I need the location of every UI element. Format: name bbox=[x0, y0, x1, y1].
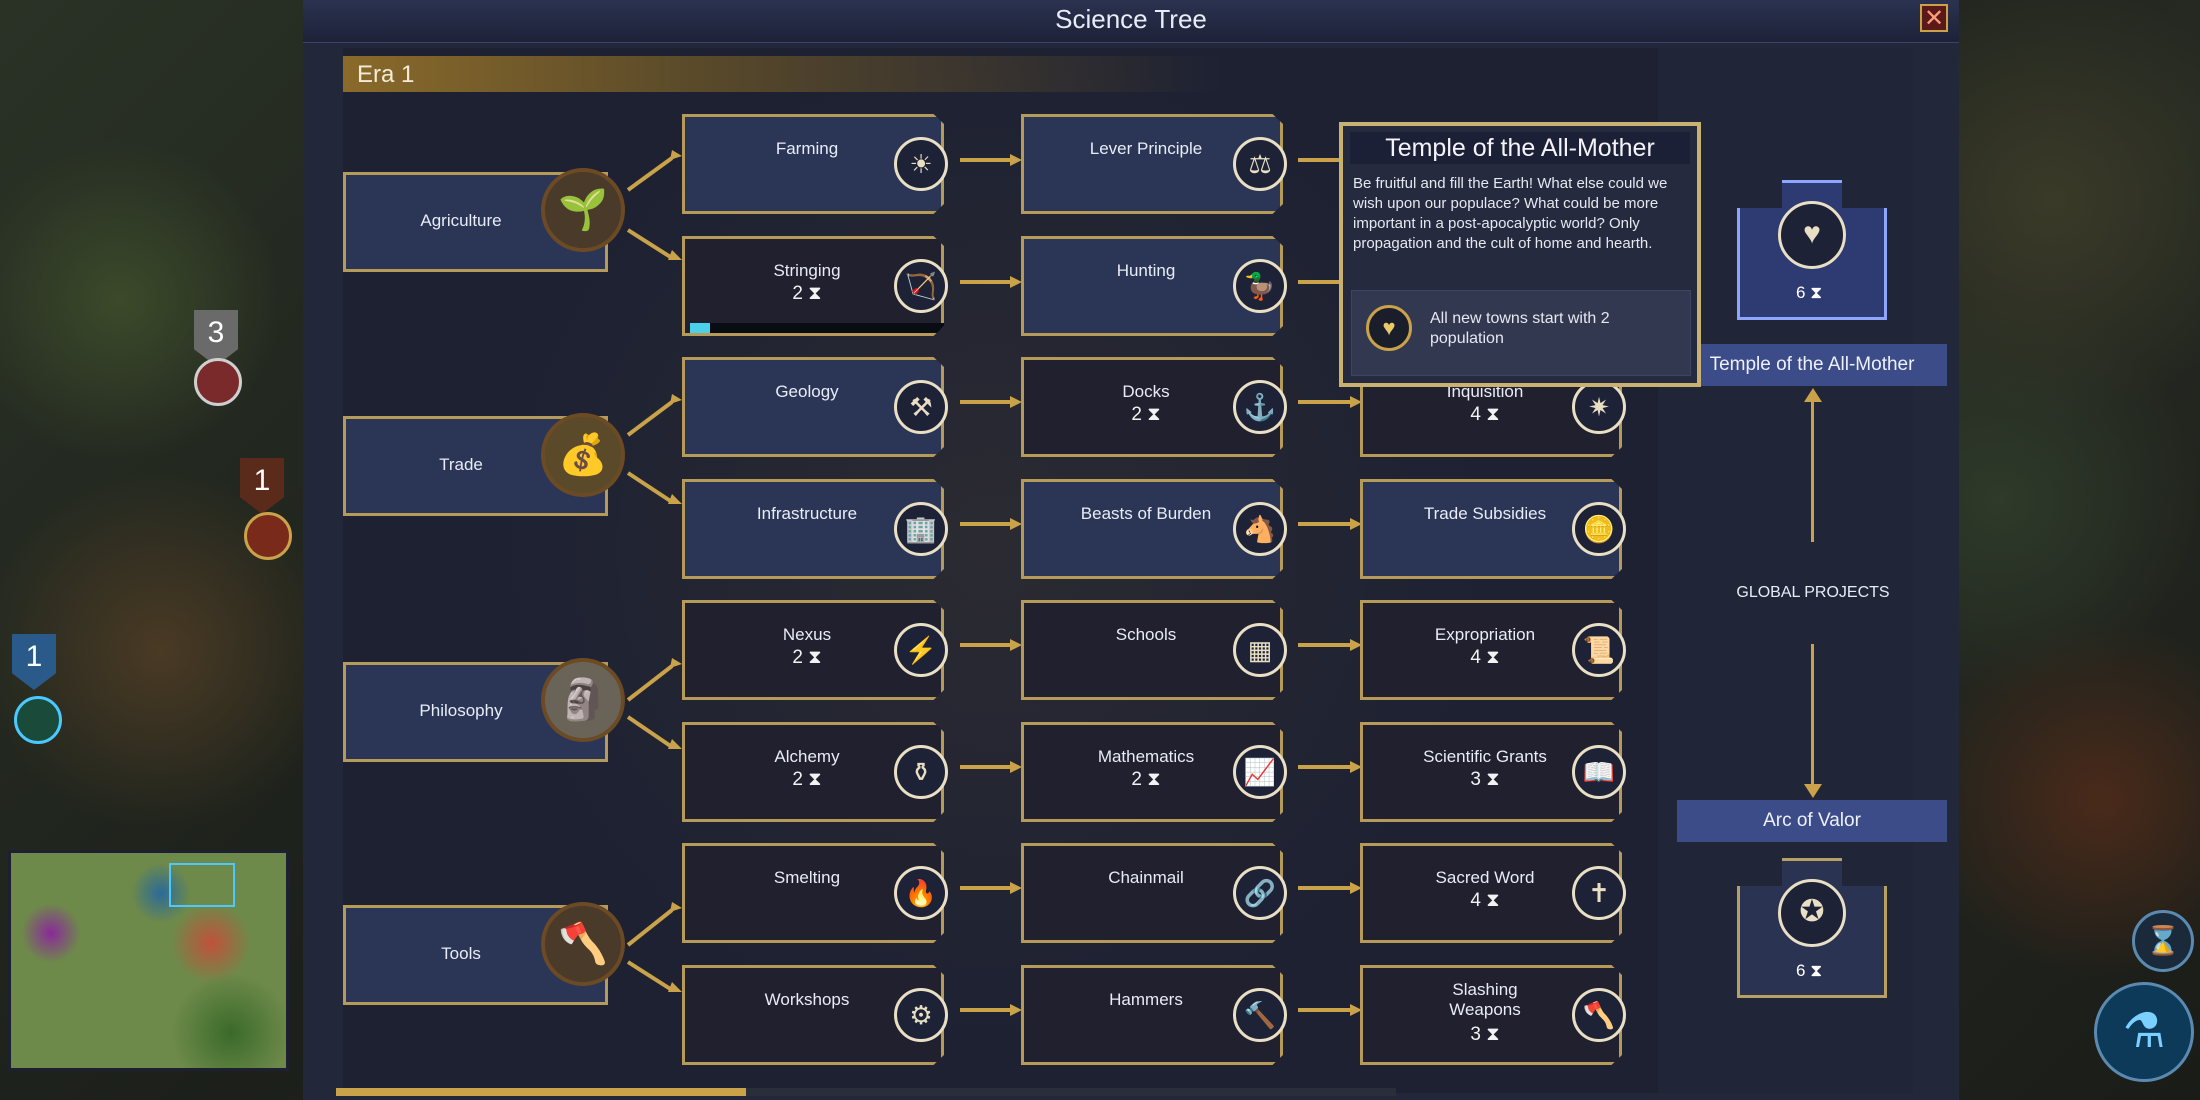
tech-name: Geology bbox=[775, 382, 839, 401]
axe-icon: 🪓 bbox=[1572, 988, 1626, 1042]
eye-sun-icon: ✷ bbox=[1572, 380, 1626, 434]
tech-name: Slashing Weapons bbox=[1449, 980, 1521, 1019]
tech-turns: 2 ⧗ bbox=[792, 647, 822, 668]
tech-name: Sacred Word bbox=[1435, 868, 1535, 887]
heart-hands-icon: ♥ bbox=[1778, 201, 1846, 269]
connector-arrow-down-icon bbox=[1804, 784, 1822, 798]
duck-icon: 🦆 bbox=[1233, 259, 1287, 313]
connector-arrow-up-icon bbox=[1804, 388, 1822, 402]
scroll-icon: 📜 bbox=[1572, 623, 1626, 677]
tech-name: Farming bbox=[775, 139, 839, 158]
anvil-icon: ⚙ bbox=[894, 988, 948, 1042]
tech-turns: 2 ⧗ bbox=[792, 769, 822, 790]
tech-name: Expropriation bbox=[1434, 625, 1536, 644]
tech-name: Trade Subsidies bbox=[1423, 504, 1547, 523]
sprout-in-hands-icon: 🌱 bbox=[541, 168, 625, 252]
medal-icon: ✪ bbox=[1778, 879, 1846, 947]
lever-icon: ⚖ bbox=[1233, 137, 1287, 191]
bust-icon: 🗿 bbox=[541, 658, 625, 742]
project-turns: 6 ⧗ bbox=[1796, 961, 1823, 980]
open-book-icon: 📖 bbox=[1572, 745, 1626, 799]
coins-up-icon: 🪙 bbox=[1572, 502, 1626, 556]
tech-name: Hammers bbox=[1109, 990, 1183, 1009]
blackboard-icon: ▦ bbox=[1233, 623, 1287, 677]
tooltip-effect-text: All new towns start with 2 population bbox=[1430, 310, 1610, 347]
buildings-icon: 🏢 bbox=[894, 502, 948, 556]
tech-name: Infrastructure bbox=[756, 504, 858, 523]
tech-name: Hunting bbox=[1116, 261, 1176, 280]
tech-tooltip: Temple of the All-Mother Be fruitful and… bbox=[1339, 122, 1701, 387]
axe-saw-icon: 🪓 bbox=[541, 902, 625, 986]
tech-turns: 4 ⧗ bbox=[1470, 404, 1500, 425]
mortar-icon: ⚱ bbox=[894, 745, 948, 799]
tech-turns: 4 ⧗ bbox=[1470, 890, 1500, 911]
hammer-icon: 🔨 bbox=[1233, 988, 1287, 1042]
tech-name: Stringing bbox=[773, 261, 841, 280]
tech-name: Smelting bbox=[773, 868, 841, 887]
tech-name: Docks bbox=[1122, 382, 1170, 401]
tech-turns: 3 ⧗ bbox=[1470, 769, 1500, 790]
tech-name: Alchemy bbox=[774, 747, 840, 766]
project-connector bbox=[1811, 400, 1814, 542]
lightning-icon: ⚡ bbox=[894, 623, 948, 677]
field-sun-icon: ☀ bbox=[894, 137, 948, 191]
bow-icon: 🏹 bbox=[894, 259, 948, 313]
horse-head-icon: 🐴 bbox=[1233, 502, 1287, 556]
tech-name: Nexus bbox=[782, 625, 832, 644]
tech-name: Lever Principle bbox=[1089, 139, 1203, 158]
tech-name: Beasts of Burden bbox=[1080, 504, 1212, 523]
tooltip-title: Temple of the All-Mother bbox=[1350, 132, 1690, 164]
pier-icon: ⚓ bbox=[1233, 380, 1287, 434]
pick-shovel-icon: ⚒ bbox=[894, 380, 948, 434]
tech-name: Schools bbox=[1115, 625, 1177, 644]
project-label-temple[interactable]: Temple of the All-Mother bbox=[1677, 344, 1947, 386]
tooltip-effect: ♥ All new towns start with 2 population bbox=[1351, 290, 1691, 376]
research-progress-bar bbox=[690, 323, 944, 333]
tech-turns: 2 ⧗ bbox=[792, 283, 822, 304]
project-label-arc[interactable]: Arc of Valor bbox=[1677, 800, 1947, 842]
tech-turns: 3 ⧗ bbox=[1470, 1024, 1500, 1045]
tech-turns: 2 ⧗ bbox=[1131, 769, 1161, 790]
tech-name: Scientific Grants bbox=[1423, 747, 1547, 766]
tech-name: Chainmail bbox=[1108, 868, 1184, 887]
tech-turns: 2 ⧗ bbox=[1131, 404, 1161, 425]
holy-book-icon: ✝ bbox=[1572, 866, 1626, 920]
crucible-icon: 🔥 bbox=[894, 866, 948, 920]
project-connector bbox=[1811, 644, 1814, 784]
project-turns: 6 ⧗ bbox=[1796, 283, 1823, 302]
graph-icon: 📈 bbox=[1233, 745, 1287, 799]
heart-hands-icon: ♥ bbox=[1366, 305, 1412, 351]
tech-name: Workshops bbox=[764, 990, 850, 1009]
tech-turns: 4 ⧗ bbox=[1470, 647, 1500, 668]
global-projects-label: GLOBAL PROJECTS bbox=[1736, 584, 1890, 601]
tooltip-description: Be fruitful and fill the Earth! What els… bbox=[1353, 175, 1668, 252]
chain-link-icon: 🔗 bbox=[1233, 866, 1287, 920]
tech-name: Mathematics bbox=[1097, 747, 1195, 766]
money-bag-icon: 💰 bbox=[541, 413, 625, 497]
